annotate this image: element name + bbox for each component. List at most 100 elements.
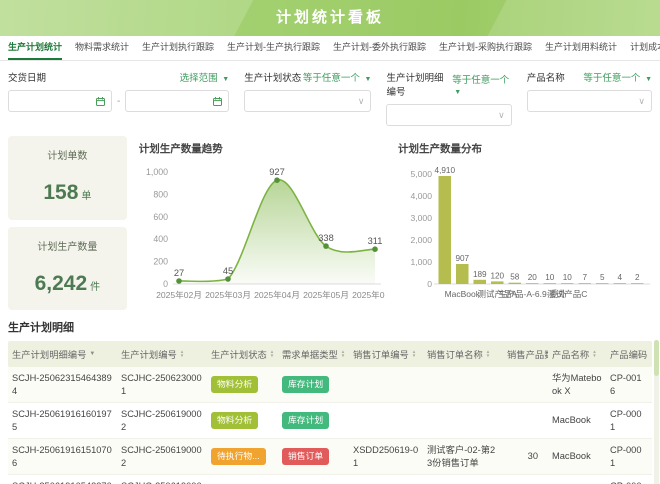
date-start-input[interactable] [8,90,112,112]
column-header-3[interactable]: 生产计划状态▲▼ [207,341,278,367]
stat-card-2: 计划生产数量 6,242件 [8,227,127,311]
svg-text:1,000: 1,000 [146,167,168,177]
column-header-7[interactable]: 销售产品数量▲▼ [503,341,548,367]
cell-sales-order-name: 测试客户-02-第23份销售订单 [423,439,503,474]
bar-chart: 01,0002,0003,0004,0005,0004,910907189120… [394,156,652,313]
svg-text:测试产品C: 测试产品C [547,289,587,299]
svg-text:MacBook: MacBook [445,289,481,299]
sort-updown-icon[interactable]: ▲▼ [180,350,184,358]
date-end-input[interactable] [125,90,229,112]
sort-updown-icon[interactable]: ▲▼ [341,350,345,358]
tab-2[interactable]: 物料需求统计 [75,40,129,60]
tab-3[interactable]: 生产计划执行跟踪 [142,40,214,60]
demand-type-badge: 库存计划 [282,376,329,393]
column-label: 销售订单编号 [353,347,409,361]
cell-sales-qty: 30 [503,445,548,468]
column-label: 生产计划编号 [121,347,177,361]
tab-5[interactable]: 生产计划-委外执行跟踪 [333,40,426,60]
column-header-5[interactable]: 销售订单编号▲▼ [349,341,423,367]
svg-text:600: 600 [153,212,168,222]
table-scrollbar[interactable] [654,340,659,484]
table-body: SCJH-250623154643894SCJHC-2506230001物料分析… [8,367,652,484]
status-badge: 待执行物... [211,448,266,465]
column-header-2[interactable]: 生产计划编号▲▼ [117,341,207,367]
date-range-separator: - [117,96,120,107]
stat-value: 6,242件 [35,272,101,296]
table-row[interactable]: SCJH-250623154643894SCJHC-2506230001物料分析… [8,367,652,403]
filter-group-4: 产品名称 等于任意一个 ▼ ∨ [527,70,652,126]
svg-text:311: 311 [367,236,382,246]
filter-select[interactable]: ∨ [386,104,511,126]
line-chart: 02004006008001,00027459273383112025年02月2… [135,156,386,313]
filter-group-3: 生产计划明细编号等于任意一个 ▼ ∨ [386,70,511,126]
demand-type-badge-cell: 库存计划 [278,371,349,398]
cell-plan-no: SCJHC-2506190001 [117,475,207,484]
tab-8[interactable]: 计划成本核算 [630,40,660,60]
sort-updown-icon[interactable]: ▲▼ [486,350,490,358]
cell-sales-order-no [349,416,423,426]
column-header-6[interactable]: 销售订单名称▲▼ [423,341,503,367]
column-header-8[interactable]: 产品名称▲▼ [548,341,606,367]
column-label: 销售订单名称 [427,347,483,361]
cell-product-name: MacBook [548,445,606,468]
cell-plan-no: SCJHC-2506190002 [117,439,207,474]
svg-text:0: 0 [427,279,432,289]
sort-updown-icon[interactable]: ▲▼ [592,350,596,358]
stat-title: 计划生产数量 [37,238,97,253]
svg-text:27: 27 [174,268,184,278]
svg-text:4,910: 4,910 [435,166,456,175]
svg-text:10: 10 [563,273,573,282]
stat-card-1: 计划单数158单 [8,136,127,220]
demand-type-badge: 库存计划 [282,412,329,429]
table-row[interactable]: SCJH-250619105433703SCJHC-2506190001物料分析… [8,475,652,484]
tab-4[interactable]: 生产计划-生产执行跟踪 [227,40,320,60]
svg-text:200: 200 [153,257,168,267]
svg-text:4,000: 4,000 [410,191,432,201]
table-row[interactable]: SCJH-250619161510706SCJHC-2506190002待执行物… [8,439,652,475]
page-header: 计划统计看板 [0,0,660,36]
svg-text:338: 338 [318,233,334,243]
cell-detail-no: SCJH-250619161601975 [8,403,117,438]
tab-7[interactable]: 生产计划用料统计 [545,40,617,60]
cell-product-name: MacBook [548,409,606,432]
filter-operator-button[interactable]: 等于任意一个 ▼ [452,72,511,97]
calendar-icon [212,96,223,107]
svg-text:5: 5 [600,273,605,282]
chevron-down-icon: ∨ [358,96,365,107]
tab-6[interactable]: 生产计划-采购执行跟踪 [439,40,532,60]
caret-down-icon: ▼ [645,76,652,83]
scrollbar-thumb[interactable] [654,340,659,376]
svg-text:2025年05月: 2025年05月 [303,289,349,300]
cell-sales-order-no: XSDD250619-01 [349,439,423,474]
filter-label: 产品名称 [527,70,565,84]
sort-updown-icon[interactable]: ▲▼ [412,350,416,358]
status-badge-cell: 物料分析 [207,479,278,484]
column-header-9[interactable]: 产品编码 [606,341,650,367]
column-header-1[interactable]: 生产计划明细编号▼ [8,341,117,367]
svg-text:2,000: 2,000 [410,235,432,245]
table-row[interactable]: SCJH-250619161601975SCJHC-2506190002物料分析… [8,403,652,439]
svg-text:2: 2 [635,273,640,282]
filter-operator-button[interactable]: 选择范围 ▼ [180,70,230,84]
column-label: 生产计划明细编号 [12,347,86,361]
svg-text:1,000: 1,000 [410,257,432,267]
filter-label: 生产计划明细编号 [386,70,452,98]
filter-operator-button[interactable]: 等于任意一个 ▼ [303,70,372,84]
svg-text:800: 800 [153,189,168,199]
filter-select[interactable]: ∨ [527,90,652,112]
stat-unit: 单 [81,191,91,202]
status-badge: 物料分析 [211,376,258,393]
svg-text:20: 20 [528,273,538,282]
filter-operator-button[interactable]: 等于任意一个 ▼ [583,70,652,84]
status-badge: 物料分析 [211,412,258,429]
caret-down-icon[interactable]: ▼ [89,351,95,357]
cell-product-code: CP-0016 [606,367,650,402]
column-header-4[interactable]: 需求单据类型▲▼ [278,341,349,367]
filter-select[interactable]: ∨ [244,90,371,112]
tab-1[interactable]: 生产计划统计 [8,40,62,60]
svg-text:0: 0 [163,279,168,289]
bar-chart-card: 计划生产数量分布 01,0002,0003,0004,0005,0004,910… [394,136,652,310]
svg-text:189: 189 [473,270,487,279]
svg-text:2025年04月: 2025年04月 [254,289,300,300]
sort-updown-icon[interactable]: ▲▼ [270,350,274,358]
